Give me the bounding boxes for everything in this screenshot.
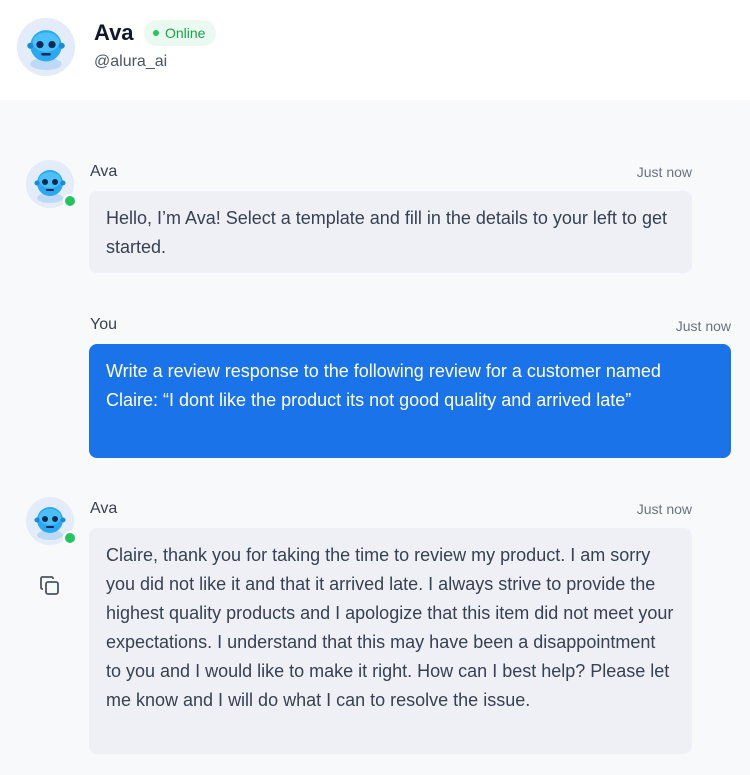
contact-handle: @alura_ai xyxy=(94,53,168,70)
online-indicator-icon xyxy=(63,531,77,545)
message-sender: Ava xyxy=(90,163,118,180)
robot-avatar-icon xyxy=(17,18,75,76)
status-label: Online xyxy=(165,25,206,41)
message-sender: Ava xyxy=(90,500,118,517)
robot-avatar-icon xyxy=(26,160,77,208)
message-timestamp: Just now xyxy=(636,501,692,517)
online-dot-icon xyxy=(153,30,159,36)
status-badge: Online xyxy=(144,20,217,46)
message-timestamp: Just now xyxy=(675,318,731,334)
robot-avatar-icon xyxy=(26,497,77,545)
chat-header: Ava Online @alura_ai xyxy=(0,0,750,100)
contact-name: Ava xyxy=(94,20,134,45)
message-bubble-user: Write a review response to the following… xyxy=(89,344,731,458)
message-timestamp: Just now xyxy=(636,164,692,180)
message-bubble-ai: Claire, thank you for taking the time to… xyxy=(89,528,692,754)
online-indicator-icon xyxy=(63,194,77,208)
message-sender: You xyxy=(90,316,117,333)
copy-icon[interactable] xyxy=(38,574,62,598)
message-bubble-ai: Hello, I’m Ava! Select a template and fi… xyxy=(89,191,692,273)
